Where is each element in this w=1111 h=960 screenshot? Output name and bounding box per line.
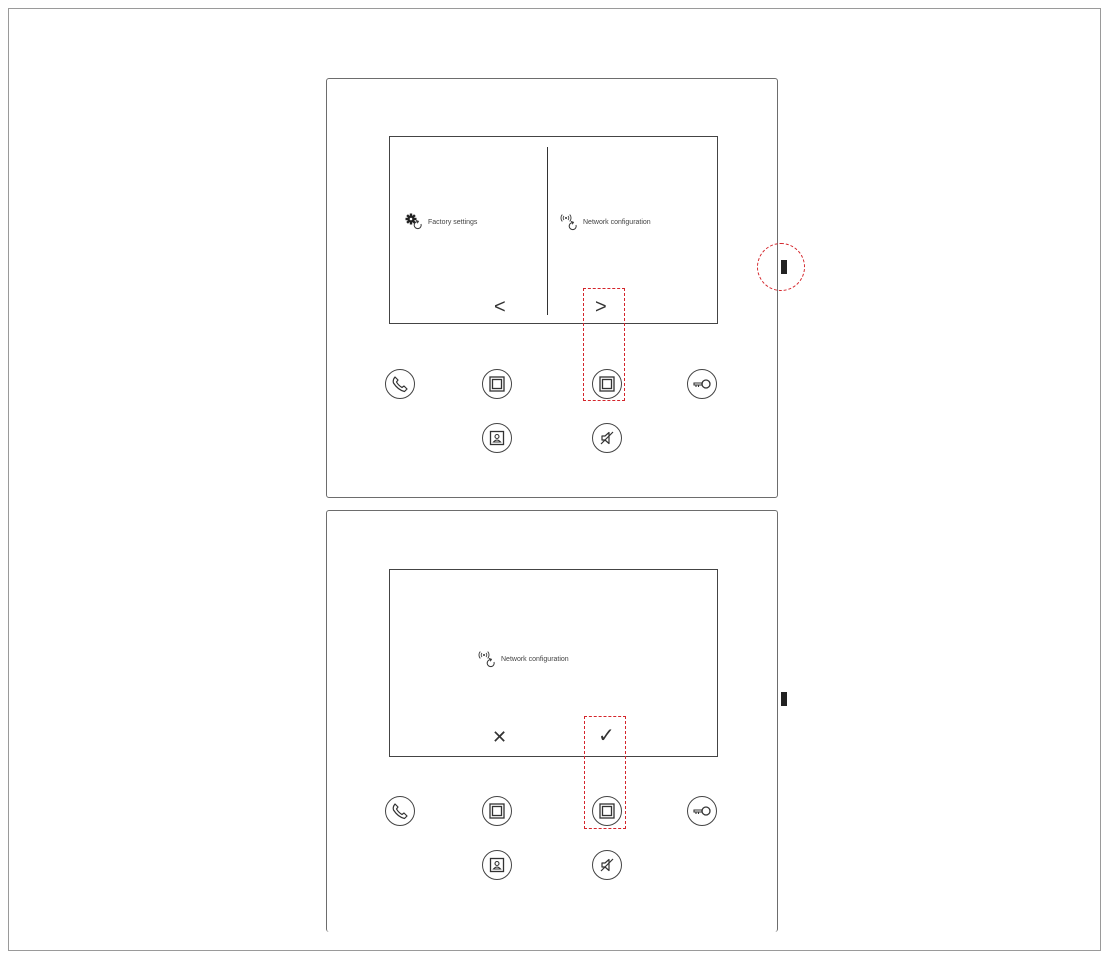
phone-icon [392,803,408,820]
gear-reset-icon [405,213,422,230]
device-screen: Factory settings Network configuration <… [389,136,718,324]
wireless-reset-icon [478,651,495,668]
left-soft-button[interactable] [482,369,512,399]
highlight-side-switch [757,243,805,291]
call-button[interactable] [385,369,415,399]
highlight-next-button [583,288,625,401]
key-icon [693,379,711,389]
left-soft-button[interactable] [482,796,512,826]
factory-settings-item[interactable]: Factory settings [405,213,477,231]
device-screen: Network configuration ✕ ✓ [389,569,718,757]
intercom-device-step-1: Factory settings Network configuration <… [326,78,787,498]
mute-button[interactable] [592,850,622,880]
monitor-button[interactable] [482,850,512,880]
wireless-reset-icon [560,214,577,231]
phone-icon [392,376,408,393]
key-icon [693,806,711,816]
mute-button[interactable] [592,423,622,453]
side-switch[interactable] [781,692,787,706]
monitor-button[interactable] [482,423,512,453]
monitor-icon [489,430,505,446]
square-button-icon [489,803,505,819]
unlock-button[interactable] [687,796,717,826]
mute-icon [600,431,614,445]
previous-arrow[interactable]: < [494,297,506,317]
call-button[interactable] [385,796,415,826]
network-configuration-item[interactable]: Network configuration [560,213,651,231]
monitor-icon [489,857,505,873]
screen-divider [547,147,548,315]
mute-icon [600,858,614,872]
factory-settings-label: Factory settings [428,218,478,226]
highlight-confirm-button [584,716,626,829]
cancel-mark[interactable]: ✕ [492,727,507,747]
network-configuration-label: Network configuration [583,218,651,226]
intercom-device-step-2: Network configuration ✕ ✓ [326,510,787,932]
network-configuration-label: Network configuration [501,655,569,663]
unlock-button[interactable] [687,369,717,399]
network-configuration-item[interactable]: Network configuration [478,650,569,668]
square-button-icon [489,376,505,392]
